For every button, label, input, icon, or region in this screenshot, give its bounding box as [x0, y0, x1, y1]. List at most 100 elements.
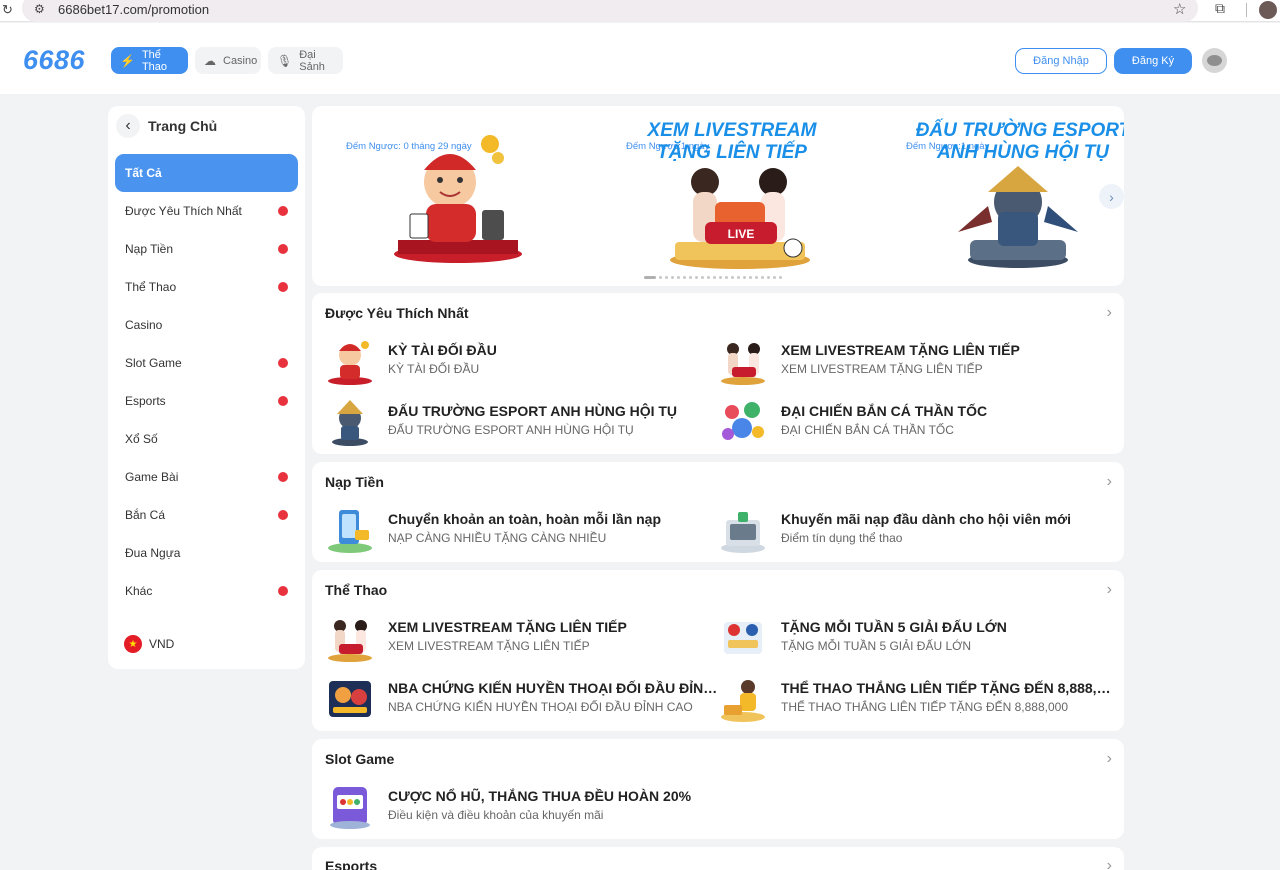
sidebar-item-slot-game[interactable]: Slot Game	[115, 344, 298, 382]
promo-card[interactable]: KỲ TÀI ĐỐI ĐẦU KỲ TÀI ĐỐI ĐẦU	[325, 335, 720, 387]
reload-icon[interactable]: ↻	[2, 2, 13, 18]
carousel-pagination[interactable]	[644, 276, 782, 279]
pagination-dot[interactable]	[713, 276, 716, 279]
sidebar-item-fishing[interactable]: Bắn Cá	[115, 496, 298, 534]
currency-selector[interactable]: ★ VND	[124, 635, 174, 653]
promo-card[interactable]: ĐẠI CHIẾN BẮN CÁ THẦN TỐC ĐẠI CHIẾN BẮN …	[718, 396, 1113, 448]
promo-card[interactable]: XEM LIVESTREAM TẶNG LIÊN TIẾP XEM LIVEST…	[718, 335, 1113, 387]
pagination-dot[interactable]	[737, 276, 740, 279]
currency-label: VND	[149, 637, 175, 651]
promo-card[interactable]: XEM LIVESTREAM TẶNG LIÊN TIẾP XEM LIVEST…	[325, 612, 720, 664]
chevron-right-icon[interactable]: ›	[1107, 581, 1112, 599]
notification-dot	[278, 586, 288, 596]
chevron-right-icon[interactable]: ›	[1107, 857, 1112, 870]
profile-avatar[interactable]	[1259, 1, 1277, 19]
promo-thumbnail	[328, 620, 372, 662]
nav-lobby-label: Đại Sảnh	[299, 48, 325, 73]
promo-card[interactable]: ĐẤU TRƯỜNG ESPORT ANH HÙNG HỘI TỤ ĐẤU TR…	[325, 396, 720, 448]
carousel-next-button[interactable]: ›	[1099, 184, 1124, 209]
sidebar-item-other[interactable]: Khác	[115, 572, 298, 610]
pagination-dot[interactable]	[767, 276, 770, 279]
login-button[interactable]: Đăng Nhập	[1015, 48, 1107, 74]
chevron-right-icon[interactable]: ›	[1107, 750, 1112, 768]
promo-subtitle: XEM LIVESTREAM TẶNG LIÊN TIẾP	[388, 639, 590, 653]
back-arrow-icon[interactable]: ‹	[116, 114, 140, 138]
register-button[interactable]: Đăng Ký	[1114, 48, 1192, 74]
section-title: Nạp Tiền	[325, 474, 384, 490]
promo-thumbnail	[330, 787, 370, 829]
promo-title: THỂ THAO THẮNG LIÊN TIẾP TẶNG ĐẾN 8,888,…	[781, 680, 1111, 696]
sidebar-item-all[interactable]: Tất Cả	[115, 154, 298, 192]
section-deposit: Nạp Tiền › Chuyển khoản an toàn, hoàn mỗ…	[312, 462, 1124, 562]
chevron-right-icon[interactable]: ›	[1107, 304, 1112, 322]
pagination-dot[interactable]	[719, 276, 722, 279]
sidebar-item-lottery[interactable]: Xổ Số	[115, 420, 298, 458]
nav-lobby-button[interactable]: 🎙 Đại Sảnh	[268, 47, 343, 74]
banner-slide[interactable]: Đếm Ngược:1 ngày ĐẤU TRƯỜNG ESPORT ANH H…	[872, 106, 1124, 276]
promo-card[interactable]: CƯỢC NỔ HŨ, THẮNG THUA ĐỀU HOÀN 20% Điều…	[325, 781, 720, 833]
sidebar-item-label: Đua Ngựa	[125, 546, 181, 560]
chevron-right-icon[interactable]: ›	[1107, 473, 1112, 491]
sidebar-item-card-games[interactable]: Game Bài	[115, 458, 298, 496]
site-logo[interactable]: 6686	[23, 45, 85, 76]
section-slot-game: Slot Game › CƯỢC NỔ HŨ, THẮNG THUA ĐỀU H…	[312, 739, 1124, 839]
pagination-dot[interactable]	[689, 276, 692, 279]
promo-thumbnail	[328, 510, 372, 553]
chat-icon[interactable]	[1202, 48, 1227, 73]
promo-title: KỲ TÀI ĐỐI ĐẦU	[388, 342, 497, 358]
sidebar-item-casino[interactable]: Casino	[115, 306, 298, 344]
sidebar-item-esports[interactable]: Esports	[115, 382, 298, 420]
nav-casino-label: Casino	[223, 54, 258, 67]
pagination-dot[interactable]	[677, 276, 680, 279]
promo-card[interactable]: THỂ THAO THẮNG LIÊN TIẾP TẶNG ĐẾN 8,888,…	[718, 673, 1113, 725]
pagination-dot[interactable]	[707, 276, 710, 279]
pagination-dot[interactable]	[761, 276, 764, 279]
pagination-dot[interactable]	[644, 276, 656, 279]
pagination-dot[interactable]	[773, 276, 776, 279]
promo-subtitle: ĐẤU TRƯỜNG ESPORT ANH HÙNG HỘI TỤ	[388, 423, 634, 437]
pagination-dot[interactable]	[683, 276, 686, 279]
promo-card[interactable]: NBA CHỨNG KIẾN HUYỀN THOẠI ĐỐI ĐẦU ĐỈNH …	[325, 673, 720, 725]
promo-thumbnail	[722, 402, 764, 440]
pagination-dot[interactable]	[665, 276, 668, 279]
promo-thumbnail	[329, 681, 371, 717]
url-text[interactable]: 6686bet17.com/promotion	[58, 2, 209, 17]
cloud-icon: ☁	[204, 53, 216, 68]
pagination-dot[interactable]	[701, 276, 704, 279]
banner-slide[interactable]: Đếm Ngược: 0 tháng 29 ngày	[312, 106, 592, 276]
site-settings-icon[interactable]: ⚙	[34, 2, 45, 16]
sidebar-item-label: Slot Game	[125, 356, 182, 370]
nav-sports-label: Thể Thao	[141, 48, 168, 73]
promo-subtitle: NẠP CÀNG NHIỀU TẶNG CÀNG NHIỀU	[388, 531, 607, 545]
promo-subtitle: NBA CHỨNG KIẾN HUYỀN THOẠI ĐỐI ĐẦU ĐỈNH …	[388, 700, 693, 714]
section-sports: Thể Thao › XEM LIVESTREAM TẶNG LIÊN TIẾP…	[312, 570, 1124, 731]
pagination-dot[interactable]	[671, 276, 674, 279]
banner-slide[interactable]: Đếm Ngược:1 ngày XEM LIVESTREAM TẶNG LIÊ…	[592, 106, 872, 276]
pagination-dot[interactable]	[743, 276, 746, 279]
banner-title: ĐẤU TRƯỜNG ESPORT ANH HÙNG HỘI TỤ	[915, 120, 1124, 163]
pagination-dot[interactable]	[725, 276, 728, 279]
promo-banner-carousel[interactable]: Đếm Ngược: 0 tháng 29 ngày Đếm Ngược:1 n…	[312, 106, 1124, 286]
microphone-icon: 🎙	[277, 53, 293, 68]
svg-text:LIVE: LIVE	[728, 227, 755, 241]
bookmark-star-icon[interactable]: ☆	[1173, 0, 1186, 18]
extensions-icon[interactable]: ⧉	[1215, 0, 1225, 17]
nav-sports-button[interactable]: ⚡ Thể Thao	[111, 47, 188, 74]
nav-casino-button[interactable]: ☁ Casino	[195, 47, 261, 74]
promo-title: TẶNG MỖI TUẦN 5 GIẢI ĐẤU LỚN	[781, 619, 1007, 635]
toolbar-divider	[1246, 3, 1247, 17]
promo-card[interactable]: TẶNG MỖI TUẦN 5 GIẢI ĐẤU LỚN TẶNG MỖI TU…	[718, 612, 1113, 664]
pagination-dot[interactable]	[749, 276, 752, 279]
sidebar-item-horse-racing[interactable]: Đua Ngựa	[115, 534, 298, 572]
pagination-dot[interactable]	[731, 276, 734, 279]
pagination-dot[interactable]	[755, 276, 758, 279]
sidebar-item-favorites[interactable]: Được Yêu Thích Nhất	[115, 192, 298, 230]
promo-card[interactable]: Khuyến mãi nạp đầu dành cho hội viên mới…	[718, 504, 1113, 556]
sidebar-item-deposit[interactable]: Nạp Tiền	[115, 230, 298, 268]
sidebar-item-label: Esports	[125, 394, 166, 408]
pagination-dot[interactable]	[695, 276, 698, 279]
pagination-dot[interactable]	[659, 276, 662, 279]
promo-card[interactable]: Chuyển khoản an toàn, hoàn mỗi lần nạp N…	[325, 504, 720, 556]
sidebar-item-sports[interactable]: Thể Thao	[115, 268, 298, 306]
pagination-dot[interactable]	[779, 276, 782, 279]
